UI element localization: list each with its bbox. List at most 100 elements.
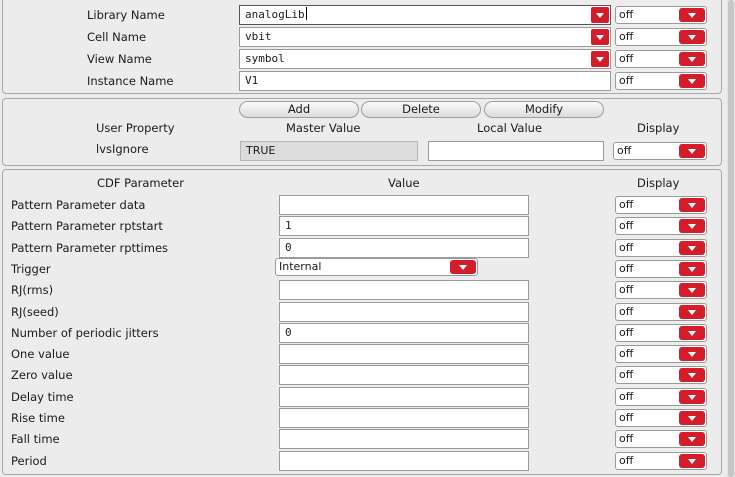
- cdf-param-6-label: Number of periodic jitters: [11, 325, 159, 340]
- chevron-down-icon[interactable]: [679, 30, 705, 44]
- library-name-input[interactable]: analogLib: [239, 5, 611, 25]
- chevron-down-icon[interactable]: [679, 261, 705, 276]
- cdf-param-2-display-select[interactable]: off: [615, 238, 707, 257]
- cdf-param-9-display-select[interactable]: off: [615, 387, 707, 406]
- cdf-param-11-display-select[interactable]: off: [615, 430, 707, 449]
- cdf-param-5-label: RJ(seed): [11, 304, 59, 319]
- cdf-param-10-display-select[interactable]: off: [615, 409, 707, 427]
- cdf-param-2-label: Pattern Parameter rpttimes: [11, 240, 169, 255]
- view-name-display-value: off: [619, 52, 634, 65]
- cdf-param-4-display-select[interactable]: off: [615, 281, 707, 300]
- cdf-param-1-input[interactable]: 1: [279, 216, 529, 237]
- cdf-param-12-input[interactable]: [279, 450, 529, 471]
- display-header: Display: [637, 121, 680, 135]
- chevron-down-icon[interactable]: [679, 347, 705, 362]
- cdf-param-5-display-select[interactable]: off: [615, 302, 707, 321]
- chevron-down-icon[interactable]: [591, 29, 609, 45]
- cdf-param-11-input[interactable]: [279, 429, 529, 450]
- cdf-param-6-input[interactable]: 0: [279, 322, 529, 343]
- view-name-display-select[interactable]: off: [615, 50, 707, 68]
- cdf-parameter-panel: CDF Parameter Value Display Pattern Para…: [2, 169, 722, 475]
- instance-name-value: V1: [245, 74, 259, 87]
- chevron-down-icon[interactable]: [679, 389, 705, 404]
- chevron-down-icon[interactable]: [679, 325, 705, 340]
- library-name-value: analogLib: [245, 8, 305, 21]
- cdf-param-0-display-value: off: [619, 198, 634, 211]
- chevron-down-icon[interactable]: [679, 144, 705, 158]
- instance-identity-panel: Library Name analogLib off Cell Name vbit off…: [2, 0, 722, 94]
- modify-button[interactable]: Modify: [484, 101, 604, 118]
- vertical-scrollbar[interactable]: [727, 0, 735, 477]
- cdf-param-6-display-value: off: [619, 325, 634, 339]
- cdf-param-1-display-value: off: [619, 219, 634, 233]
- cdf-param-7-label: One value: [11, 347, 70, 362]
- chevron-down-icon[interactable]: [679, 411, 705, 425]
- chevron-down-icon[interactable]: [679, 52, 705, 66]
- chevron-down-icon[interactable]: [679, 74, 705, 88]
- cdf-param-8-display-select[interactable]: off: [615, 366, 707, 385]
- library-name-display-value: off: [619, 8, 634, 21]
- cdf-param-4-label: RJ(rms): [11, 283, 54, 298]
- cdf-param-8-label: Zero value: [11, 368, 73, 383]
- cdf-param-0-input[interactable]: [279, 195, 529, 215]
- cdf-param-5-display-value: off: [619, 304, 634, 318]
- cdf-param-8-input[interactable]: [279, 365, 529, 386]
- cdf-param-4-display-value: off: [619, 283, 634, 297]
- cdf-param-3-label: Trigger: [11, 261, 51, 276]
- cdf-param-4-input[interactable]: [279, 280, 529, 301]
- add-button[interactable]: Add: [239, 101, 359, 118]
- cell-name-input[interactable]: vbit: [239, 27, 611, 47]
- cdf-param-5-input[interactable]: [279, 301, 529, 322]
- chevron-down-icon[interactable]: [679, 240, 705, 255]
- chevron-down-icon[interactable]: [591, 51, 609, 67]
- cdf-param-7-display-select[interactable]: off: [615, 345, 707, 364]
- cdf-param-8-display-value: off: [619, 368, 634, 382]
- chevron-down-icon[interactable]: [679, 453, 705, 468]
- delete-button[interactable]: Delete: [361, 101, 481, 118]
- instance-name-input[interactable]: V1: [239, 71, 611, 91]
- cdf-param-11-display-value: off: [619, 432, 634, 446]
- cdf-param-3-display-value: off: [619, 261, 634, 275]
- chevron-down-icon[interactable]: [679, 198, 705, 212]
- chevron-down-icon[interactable]: [679, 8, 705, 22]
- cdf-param-2-input[interactable]: 0: [279, 237, 529, 258]
- chevron-down-icon[interactable]: [450, 259, 476, 274]
- cdf-param-7-input[interactable]: [279, 344, 529, 365]
- instance-name-display-select[interactable]: off: [615, 72, 707, 90]
- cdf-param-0-label: Pattern Parameter data: [11, 198, 146, 212]
- cdf-param-3-display-select[interactable]: off: [615, 259, 707, 278]
- local-value-input[interactable]: [428, 141, 604, 161]
- view-name-label: View Name: [87, 52, 152, 66]
- value-header: Value: [388, 176, 420, 190]
- cdf-param-12-label: Period: [11, 453, 47, 468]
- chevron-down-icon[interactable]: [679, 432, 705, 447]
- scrollbar-thumb[interactable]: [728, 0, 734, 477]
- library-name-label: Library Name: [87, 8, 165, 22]
- cdf-param-10-input[interactable]: [279, 408, 529, 428]
- chevron-down-icon[interactable]: [591, 7, 609, 23]
- cdf-param-11-label: Fall time: [11, 432, 60, 447]
- property-name-lvsignore: lvsIgnore: [96, 142, 149, 156]
- cdf-param-6-display-select[interactable]: off: [615, 323, 707, 342]
- chevron-down-icon[interactable]: [679, 283, 705, 298]
- trigger-select[interactable]: Internal: [275, 257, 478, 276]
- chevron-down-icon[interactable]: [679, 368, 705, 383]
- view-name-input[interactable]: symbol: [239, 49, 611, 69]
- cdf-param-9-input[interactable]: [279, 386, 529, 407]
- library-name-display-select[interactable]: off: [615, 6, 707, 24]
- cdf-param-0-display-select[interactable]: off: [615, 196, 707, 214]
- trigger-value: Internal: [279, 259, 322, 273]
- master-value-header: Master Value: [286, 121, 361, 135]
- chevron-down-icon[interactable]: [679, 304, 705, 319]
- property-display-select[interactable]: off: [613, 142, 707, 160]
- cdf-param-12-display-select[interactable]: off: [615, 451, 707, 470]
- cdf-display-header: Display: [637, 176, 680, 190]
- view-name-value: symbol: [245, 52, 285, 65]
- cdf-param-1-display-select[interactable]: off: [615, 217, 707, 236]
- cell-name-display-select[interactable]: off: [615, 28, 707, 46]
- chevron-down-icon[interactable]: [679, 219, 705, 234]
- cdf-param-12-display-value: off: [619, 453, 634, 467]
- cdf-param-7-display-value: off: [619, 347, 634, 361]
- cell-name-display-value: off: [619, 30, 634, 43]
- cell-name-value: vbit: [245, 30, 272, 43]
